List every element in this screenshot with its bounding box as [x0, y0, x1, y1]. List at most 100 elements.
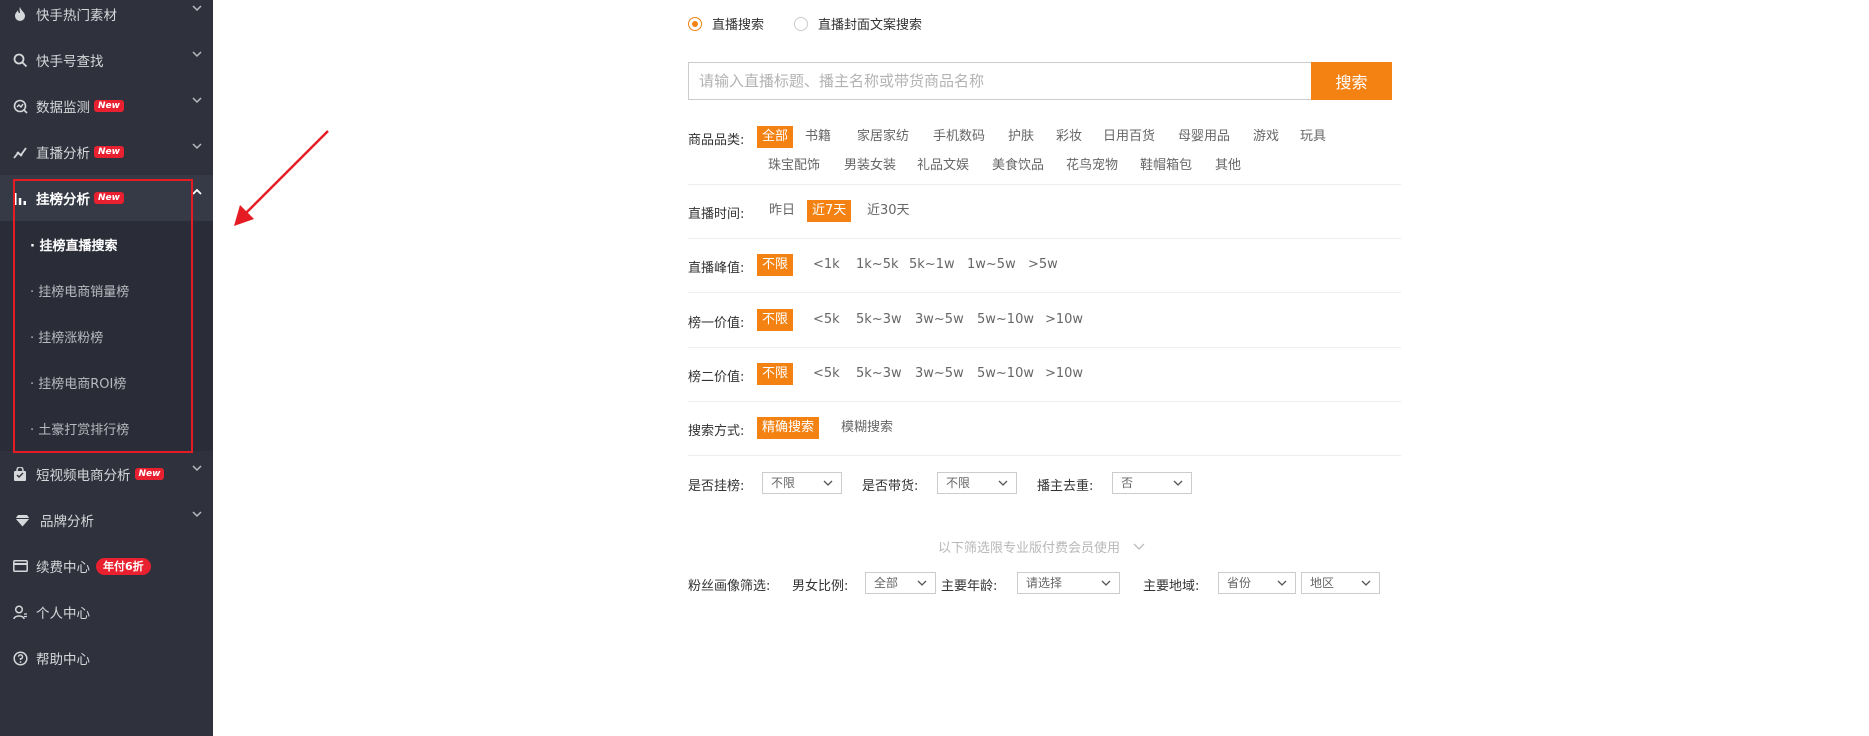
chevron-down-icon	[1361, 580, 1371, 586]
category-option[interactable]: 游戏	[1248, 126, 1284, 148]
filter-label: 男女比例:	[792, 579, 849, 594]
sidebar-item-renewal[interactable]: 续费中心 年付6折	[0, 543, 213, 589]
radio-label: 直播搜索	[712, 18, 765, 33]
filter-fans-portrait: 粉丝画像筛选: 男女比例: 全部 主要年龄: 请选择 主要地域: 省份 地区	[688, 572, 1401, 596]
category-option[interactable]: 全部	[757, 126, 794, 148]
category-option[interactable]: 家居家纺	[852, 126, 914, 148]
time-option[interactable]: 近7天	[807, 200, 852, 222]
rank-dropdown[interactable]: 不限	[762, 472, 842, 494]
submenu-item-rank-roi[interactable]: · 挂榜电商ROI榜	[0, 359, 213, 405]
sidebar-item-help-center[interactable]: 帮助中心	[0, 635, 213, 681]
peak-option[interactable]: 不限	[757, 254, 794, 276]
rank2-option[interactable]: 5k~3w	[851, 363, 907, 385]
search-input[interactable]	[689, 63, 1312, 99]
sidebar-item-label: 品牌分析	[40, 514, 94, 530]
rank2-option[interactable]: >10w	[1040, 363, 1088, 385]
category-option[interactable]: 玩具	[1295, 126, 1331, 148]
chevron-down-icon	[1173, 480, 1183, 486]
category-option[interactable]: 彩妆	[1051, 126, 1087, 148]
goods-dropdown[interactable]: 不限	[937, 472, 1017, 494]
time-option[interactable]: 近30天	[862, 200, 915, 222]
filter-label: 主要地域:	[1143, 579, 1200, 594]
category-option[interactable]: 书籍	[800, 126, 836, 148]
submenu-item-rank-live-search[interactable]: · 挂榜直播搜索	[0, 221, 213, 267]
diamond-icon	[14, 512, 30, 528]
dropdown-value: 请选择	[1026, 576, 1063, 590]
chevron-down-icon	[192, 143, 202, 150]
category-option[interactable]: 护肤	[1003, 126, 1039, 148]
radio-cover-text-search[interactable]	[794, 16, 809, 31]
filter-label: 直播时间:	[688, 207, 745, 222]
category-option[interactable]: 其他	[1210, 155, 1246, 177]
chevron-down-icon	[1133, 543, 1145, 550]
card-icon	[12, 558, 28, 574]
submenu-item-tip-rank[interactable]: · 土豪打赏排行榜	[0, 405, 213, 451]
sidebar-item-label: 个人中心	[36, 606, 90, 622]
sidebar-item-account-search[interactable]: 快手号查找	[0, 37, 213, 83]
time-option[interactable]: 昨日	[764, 200, 800, 222]
shopping-bag-icon	[12, 466, 28, 482]
sidebar-item-brand-analysis[interactable]: 品牌分析	[0, 497, 213, 543]
rank1-option[interactable]: <5k	[808, 309, 845, 331]
peak-option[interactable]: <1k	[808, 254, 845, 276]
age-dropdown[interactable]: 请选择	[1017, 572, 1120, 594]
province-dropdown[interactable]: 省份	[1218, 572, 1296, 594]
dropdown-value: 否	[1121, 476, 1134, 490]
mode-option[interactable]: 模糊搜索	[836, 417, 898, 439]
rank2-option[interactable]: <5k	[808, 363, 845, 385]
rank1-option[interactable]: 不限	[757, 309, 794, 331]
rank1-option[interactable]: 5k~3w	[851, 309, 907, 331]
dedupe-dropdown[interactable]: 否	[1112, 472, 1192, 494]
sidebar-item-data-monitor[interactable]: 数据监测 New	[0, 83, 213, 129]
sidebar-item-hot-material[interactable]: 快手热门素材	[0, 0, 213, 37]
search-button[interactable]: 搜索	[1311, 62, 1392, 100]
peak-option[interactable]: >5w	[1023, 254, 1063, 276]
category-option[interactable]: 美食饮品	[987, 155, 1049, 177]
search-icon	[12, 52, 28, 68]
category-option[interactable]: 珠宝配饰	[763, 155, 825, 177]
filter-label: 是否挂榜:	[688, 479, 745, 494]
chevron-down-icon	[192, 51, 202, 58]
gender-ratio-dropdown[interactable]: 全部	[865, 572, 936, 594]
submenu-item-rank-sales[interactable]: · 挂榜电商销量榜	[0, 267, 213, 313]
sidebar-item-personal-center[interactable]: 个人中心	[0, 589, 213, 635]
submenu-item-rank-fans[interactable]: · 挂榜涨粉榜	[0, 313, 213, 359]
sidebar-item-rank-analysis[interactable]: 挂榜分析 New	[0, 175, 213, 221]
mode-option[interactable]: 精确搜索	[757, 417, 820, 439]
area-dropdown[interactable]: 地区	[1301, 572, 1380, 594]
category-option[interactable]: 手机数码	[928, 126, 990, 148]
rank1-option[interactable]: >10w	[1040, 309, 1088, 331]
peak-option[interactable]: 1k~5k	[851, 254, 904, 276]
rank2-option[interactable]: 不限	[757, 363, 794, 385]
category-option[interactable]: 鞋帽箱包	[1135, 155, 1197, 177]
filter-label: 搜索方式:	[688, 424, 745, 439]
submenu-item-label: · 土豪打赏排行榜	[30, 422, 130, 438]
dropdown-value: 全部	[874, 576, 899, 590]
sidebar-item-label: 直播分析	[36, 146, 90, 162]
divider	[688, 347, 1401, 348]
rank2-option[interactable]: 3w~5w	[910, 363, 969, 385]
dropdown-value: 地区	[1310, 576, 1335, 590]
pro-member-note[interactable]: 以下筛选限专业版付费会员使用	[938, 537, 1146, 556]
submenu-item-label: · 挂榜电商ROI榜	[30, 376, 127, 392]
peak-option[interactable]: 1w~5w	[962, 254, 1021, 276]
rank2-option[interactable]: 5w~10w	[972, 363, 1039, 385]
category-option[interactable]: 日用百货	[1098, 126, 1160, 148]
filter-label: 榜一价值:	[688, 316, 745, 331]
rank1-option[interactable]: 3w~5w	[910, 309, 969, 331]
radio-live-search[interactable]	[688, 16, 702, 31]
category-option[interactable]: 花鸟宠物	[1061, 155, 1123, 177]
chevron-down-icon	[192, 465, 202, 472]
category-option[interactable]: 礼品文娱	[912, 155, 974, 177]
rank1-option[interactable]: 5w~10w	[972, 309, 1039, 331]
submenu-item-label: · 挂榜直播搜索	[30, 238, 118, 254]
new-badge: New	[94, 100, 124, 112]
category-option[interactable]: 母婴用品	[1173, 126, 1235, 148]
chevron-down-icon	[998, 480, 1008, 486]
chevron-down-icon	[1277, 580, 1287, 586]
sidebar-item-live-analysis[interactable]: 直播分析 New	[0, 129, 213, 175]
category-option[interactable]: 男装女装	[839, 155, 901, 177]
peak-option[interactable]: 5k~1w	[904, 254, 960, 276]
bar-chart-icon	[12, 190, 28, 206]
sidebar-item-video-commerce[interactable]: 短视频电商分析 New	[0, 451, 213, 497]
